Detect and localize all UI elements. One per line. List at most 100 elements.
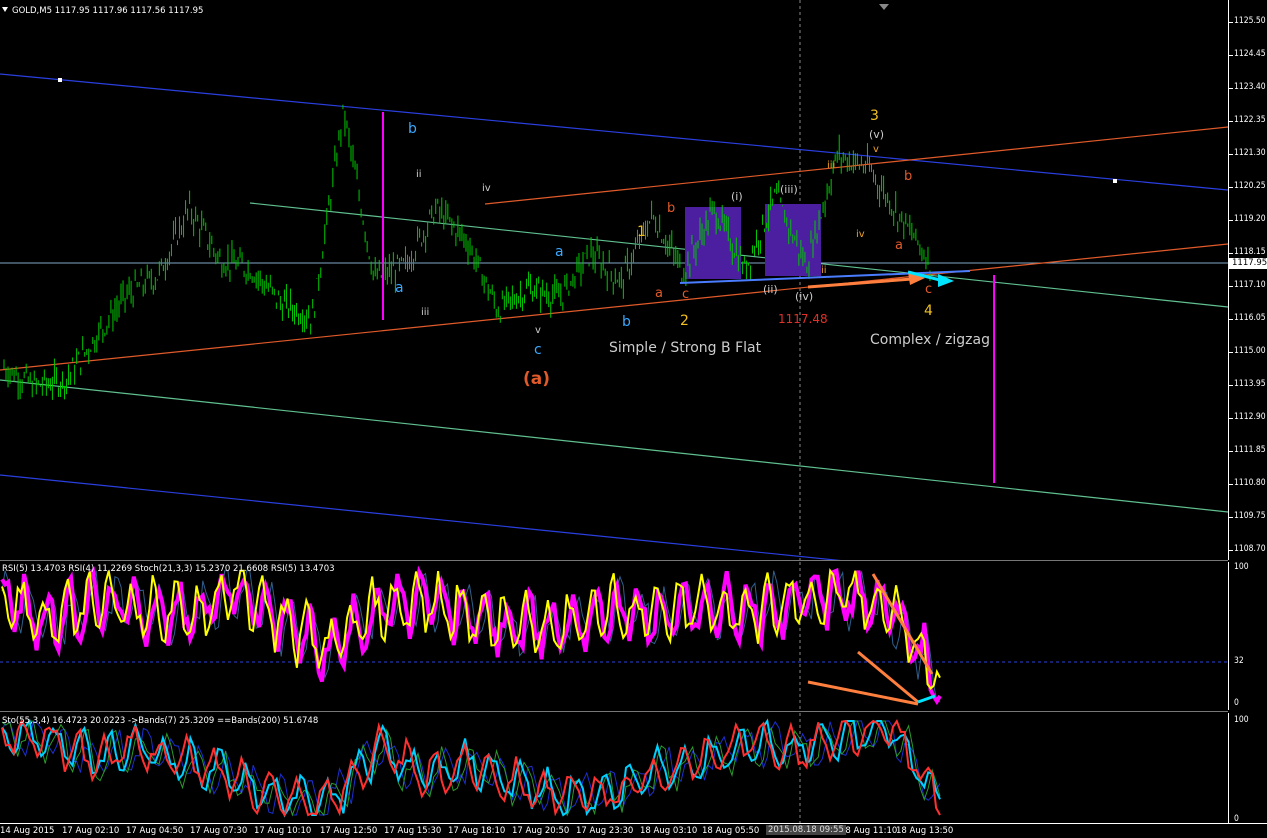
price-tick-label: 1125.50: [1234, 16, 1266, 26]
cyan-arrow: [917, 694, 936, 704]
price-tick-mark: [1229, 550, 1233, 551]
wave-label-c3: c: [682, 287, 689, 302]
wave-label-2: 2: [680, 313, 689, 329]
indicator-tick-label: 0: [1234, 698, 1239, 708]
price-tick-label: 1117.10: [1234, 280, 1266, 290]
time-tick-label: 17 Aug 18:10: [448, 826, 506, 836]
symbol-quote: GOLD,M5 1117.95 1117.96 1117.56 1117.95: [12, 6, 204, 16]
wave-label-iii1: iii: [421, 307, 429, 318]
wave-label-iv2: iv: [856, 229, 865, 240]
wave-label-3-v: v: [873, 144, 879, 155]
sto-scale[interactable]: 100 0: [1228, 713, 1267, 824]
orange-arrow: [807, 277, 913, 289]
rsi-pane[interactable]: RSI(5) 13.4703 RSI(4) 11.2269 Stoch(21,3…: [0, 562, 1228, 710]
main-pane-header: GOLD,M5 1117.95 1117.96 1117.56 1117.95: [2, 6, 203, 16]
wave-label-a4: a: [895, 238, 903, 253]
wave-label-a3: a: [655, 286, 663, 301]
wave-label-iv-paren: (iv): [795, 290, 813, 303]
price-tick-mark: [1229, 352, 1233, 353]
channel-anchor-point[interactable]: [58, 78, 62, 82]
price-tick-label: 1120.25: [1234, 181, 1266, 191]
channel-anchor-point[interactable]: [1113, 179, 1117, 183]
sto-pane-header: Sto(55,3,4) 16.4723 20.0223 ->Bands(7) 2…: [2, 716, 319, 726]
price-tick-mark: [1229, 55, 1233, 56]
stochastic-pane[interactable]: Sto(55,3,4) 16.4723 20.0223 ->Bands(7) 2…: [0, 713, 1228, 823]
price-chart-pane[interactable]: (a) Simple / Strong B Flat Complex / zig…: [0, 0, 1228, 560]
dropdown-triangle-icon[interactable]: [2, 7, 8, 12]
price-tick-mark: [1229, 121, 1233, 122]
wave-label-i-paren: (i): [731, 190, 743, 203]
price-tick-mark: [1229, 286, 1233, 287]
blue-channel-lower: [0, 474, 841, 560]
blue-channel-upper: [0, 73, 1228, 191]
stochastic-svg: [1, 713, 941, 823]
price-tick-label: 1123.40: [1234, 82, 1266, 92]
price-tick-mark: [1229, 187, 1233, 188]
stochastic-lines: [1, 718, 941, 818]
crosshair-time-label: 2015.08.18 09:55: [766, 825, 846, 835]
wave-label-iii2: iii: [827, 160, 835, 171]
wave-label-v1: v: [535, 325, 541, 336]
price-tick-label: 1118.15: [1234, 247, 1266, 257]
price-tick-mark: [1229, 154, 1233, 155]
price-tick-mark: [1229, 517, 1233, 518]
wave-label-a1: a: [395, 280, 404, 296]
wave-label-b2: b: [622, 314, 631, 330]
price-tick-label: 1108.70: [1234, 544, 1266, 554]
wave-label-iv1: iv: [482, 183, 491, 194]
time-tick-label: 18 Aug 11:10: [840, 826, 898, 836]
price-tick-label: 1112.90: [1234, 412, 1266, 422]
price-tick-label: 1109.75: [1234, 511, 1266, 521]
price-tick-mark: [1229, 22, 1233, 23]
price-tick-label: 1116.05: [1234, 313, 1266, 323]
wave-label-b3: b: [667, 201, 675, 216]
rsi-lines: [0, 565, 942, 706]
green-channel-lower: [0, 379, 1228, 513]
label-complex-zigzag: Complex / zigzag: [870, 332, 990, 348]
indicator-tick-label: 100: [1234, 562, 1249, 572]
time-tick-label: 18 Aug 03:10: [640, 826, 698, 836]
wave-label-c1: c: [534, 342, 542, 358]
wave-label-b1: b: [408, 121, 417, 137]
wave-label-ii2: ii: [821, 265, 827, 276]
price-chart-svg: (a) Simple / Strong B Flat Complex / zig…: [0, 0, 1228, 560]
time-tick-label: 17 Aug 12:50: [320, 826, 378, 836]
label-wave-a-parenthesized: (a): [523, 369, 550, 389]
indicator-tick-label: 100: [1234, 715, 1249, 725]
purple-box-1[interactable]: [685, 207, 741, 279]
wave-label-c4: c: [925, 282, 932, 297]
wave-label-4: 4: [924, 303, 933, 319]
price-tick-mark: [1229, 220, 1233, 221]
red-channel-upper: [484, 126, 1228, 205]
time-tick-label: 14 Aug 2015: [0, 826, 55, 836]
time-tick-label: 18 Aug 13:50: [896, 826, 954, 836]
price-tick-label: 1119.20: [1234, 214, 1266, 224]
indicator-tick-label: 32: [1234, 656, 1244, 666]
price-tick-label: 1111.85: [1234, 445, 1266, 455]
wave-label-ii-paren: (ii): [763, 283, 778, 296]
wave-label-3: 3: [870, 108, 879, 124]
price-tick-mark: [1229, 451, 1233, 452]
rsi-scale[interactable]: 100 32 0: [1228, 562, 1267, 710]
current-price-tag: 1117.95: [1228, 258, 1267, 269]
cyan-arrow-head: [938, 274, 954, 287]
wave-label-1: 1: [637, 224, 646, 240]
shift-marker-icon[interactable]: [879, 4, 889, 10]
wave-label-a2: a: [555, 244, 564, 260]
rsi-pane-header: RSI(5) 13.4703 RSI(4) 11.2269 Stoch(21,3…: [2, 564, 335, 574]
sto-lines-series: [1, 720, 941, 817]
time-tick-label: 18 Aug 05:50: [702, 826, 760, 836]
time-tick-label: 17 Aug 02:10: [62, 826, 120, 836]
wave-label-iii-paren: (iii): [780, 183, 798, 196]
price-tick-mark: [1229, 385, 1233, 386]
price-tick-mark: [1229, 253, 1233, 254]
pane-separator: [0, 560, 1228, 561]
price-scale[interactable]: 1125.50 1124.45 1123.40 1122.35 1121.30 1120.…: [1228, 0, 1267, 560]
price-tick-mark: [1229, 88, 1233, 89]
price-tick-label: 1110.80: [1234, 478, 1266, 488]
time-tick-label: 17 Aug 07:30: [190, 826, 248, 836]
price-tick-label: 1122.35: [1234, 115, 1266, 125]
wave-label-b4: b: [904, 169, 912, 184]
price-tick-label: 1124.45: [1234, 49, 1266, 59]
price-tick-label: 1115.00: [1234, 346, 1266, 356]
